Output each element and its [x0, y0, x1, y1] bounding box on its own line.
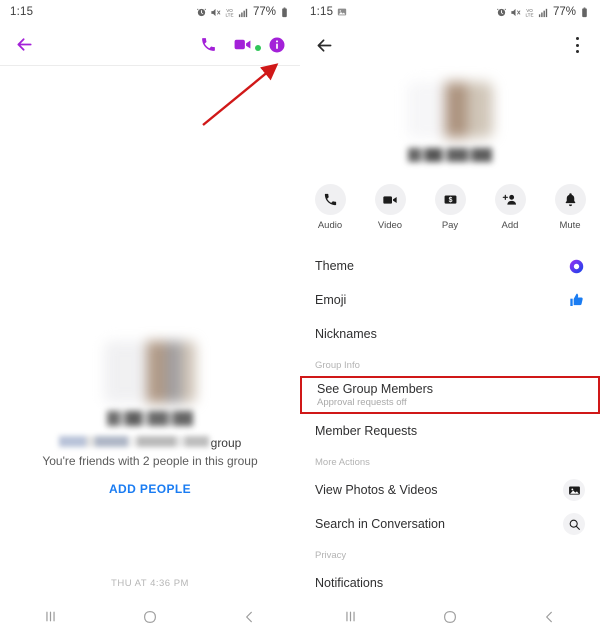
action-label: Mute: [559, 220, 581, 231]
recents-icon[interactable]: [42, 608, 59, 625]
row-title: Nicknames: [315, 327, 377, 341]
action-audio[interactable]: Audio: [310, 184, 350, 231]
day-timestamp: THU AT 4:36 PM: [111, 578, 189, 589]
add-person-icon: [494, 184, 526, 215]
svg-text:$: $: [448, 197, 452, 204]
kebab-menu-icon[interactable]: [568, 36, 586, 54]
status-bar-left-group: 1:15: [10, 6, 33, 18]
row-notifications[interactable]: Notifications: [300, 566, 600, 600]
action-add[interactable]: Add: [490, 184, 530, 231]
group-subtitle: group: [58, 436, 242, 450]
row-title: Emoji: [315, 293, 347, 307]
svg-text:LTE: LTE: [525, 12, 533, 17]
thumbs-up-icon[interactable]: [569, 292, 585, 308]
row-theme[interactable]: Theme: [300, 249, 600, 283]
row-title: Theme: [315, 259, 354, 273]
group-intro-block: group You're friends with 2 people in th…: [0, 341, 300, 496]
row-nicknames[interactable]: Nicknames: [300, 317, 600, 351]
section-header-more-actions: More Actions: [315, 457, 370, 468]
row-title: Member Requests: [315, 424, 418, 438]
chat-header-actions: [200, 35, 286, 54]
vowifi-icon: VO LTE: [524, 7, 535, 18]
section-header-group-info: Group Info: [315, 360, 360, 371]
row-title: Search in Conversation: [315, 517, 445, 531]
battery-icon: [579, 6, 590, 18]
screenshot-root: 1:15 VO LTE 77% group You're friends wit…: [0, 0, 600, 633]
photo-icon[interactable]: [563, 479, 585, 501]
status-bar-right-group: 1:15: [310, 6, 348, 18]
svg-text:LTE: LTE: [225, 12, 233, 17]
phone-icon[interactable]: [200, 36, 217, 53]
status-bar-left: 1:15 VO LTE 77%: [0, 0, 300, 24]
action-label: Video: [377, 220, 403, 231]
row-title: View Photos & Videos: [315, 483, 438, 497]
theme-ring-icon[interactable]: [568, 258, 585, 275]
row-title: Notifications: [315, 576, 384, 590]
signal-bars-icon: [538, 7, 549, 18]
nav-back-icon[interactable]: [542, 609, 558, 625]
android-nav-bar-left: [0, 600, 300, 633]
chat-app-bar: [0, 24, 300, 66]
info-circle-icon[interactable]: [268, 36, 286, 54]
chat-thread-body: group You're friends with 2 people in th…: [0, 66, 300, 615]
video-camera-icon: [374, 184, 406, 215]
video-camera-icon[interactable]: [233, 35, 261, 54]
action-mute[interactable]: Mute: [550, 184, 590, 231]
status-bar-icons: VO LTE 77%: [196, 6, 290, 18]
avatar: [104, 341, 196, 403]
left-screen-chat-thread: 1:15 VO LTE 77% group You're friends wit…: [0, 0, 300, 633]
alarm-icon: [196, 7, 207, 18]
quick-actions-row: Audio Video $ Pay Add Mute: [300, 184, 600, 231]
details-list: Theme Emoji Nicknames Group Info See Gro…: [300, 249, 600, 600]
action-label: Pay: [441, 220, 459, 231]
avatar[interactable]: [407, 82, 493, 138]
back-arrow-icon[interactable]: [314, 35, 335, 56]
status-bar-right: 1:15 VO LTE 77%: [300, 0, 600, 24]
battery-icon: [279, 6, 290, 18]
action-video[interactable]: Video: [370, 184, 410, 231]
online-status-dot: [255, 45, 261, 51]
home-circle-icon[interactable]: [442, 609, 458, 625]
row-subtitle: Approval requests off: [317, 397, 407, 408]
friends-count-text: You're friends with 2 people in this gro…: [42, 454, 258, 468]
money-icon: $: [434, 184, 466, 215]
home-circle-icon[interactable]: [142, 609, 158, 625]
right-screen-group-details: 1:15 VO LTE 77% Audio Video $ Pay Add Mu…: [300, 0, 600, 633]
row-member-requests[interactable]: Member Requests: [300, 414, 600, 448]
phone-icon: [314, 184, 346, 215]
nav-back-icon[interactable]: [242, 609, 258, 625]
action-pay[interactable]: $ Pay: [430, 184, 470, 231]
row-emoji[interactable]: Emoji: [300, 283, 600, 317]
status-bar-time: 1:15: [10, 6, 34, 18]
image-icon: [337, 7, 348, 18]
group-subtitle-word: group: [210, 436, 242, 450]
details-app-bar: [300, 24, 600, 66]
group-name-redacted: [408, 148, 492, 162]
action-label: Add: [501, 220, 519, 231]
group-name-redacted: [107, 411, 193, 426]
search-icon[interactable]: [563, 513, 585, 535]
status-bar-time-right: 1:15: [310, 6, 334, 18]
row-see-group-members[interactable]: See Group Members Approval requests off: [300, 376, 600, 414]
recents-icon[interactable]: [342, 608, 359, 625]
row-view-photos-videos[interactable]: View Photos & Videos: [300, 473, 600, 507]
signal-bars-icon: [238, 7, 249, 18]
back-arrow-icon[interactable]: [14, 34, 35, 55]
action-label: Audio: [317, 220, 343, 231]
battery-percent: 77%: [252, 6, 276, 18]
volume-mute-icon: [210, 7, 221, 18]
row-search-in-conversation[interactable]: Search in Conversation: [300, 507, 600, 541]
alarm-icon: [496, 7, 507, 18]
row-title: See Group Members: [317, 382, 434, 396]
group-subtitle-redacted: [58, 436, 209, 447]
volume-mute-icon: [510, 7, 521, 18]
section-header-privacy: Privacy: [315, 550, 347, 561]
add-people-button[interactable]: ADD PEOPLE: [109, 482, 191, 496]
bell-icon: [554, 184, 586, 215]
android-nav-bar-right: [300, 600, 600, 633]
battery-percent-right: 77%: [552, 6, 576, 18]
status-bar-icons-right: VO LTE 77%: [496, 6, 590, 18]
group-profile-header: [300, 66, 600, 162]
vowifi-icon: VO LTE: [224, 7, 235, 18]
